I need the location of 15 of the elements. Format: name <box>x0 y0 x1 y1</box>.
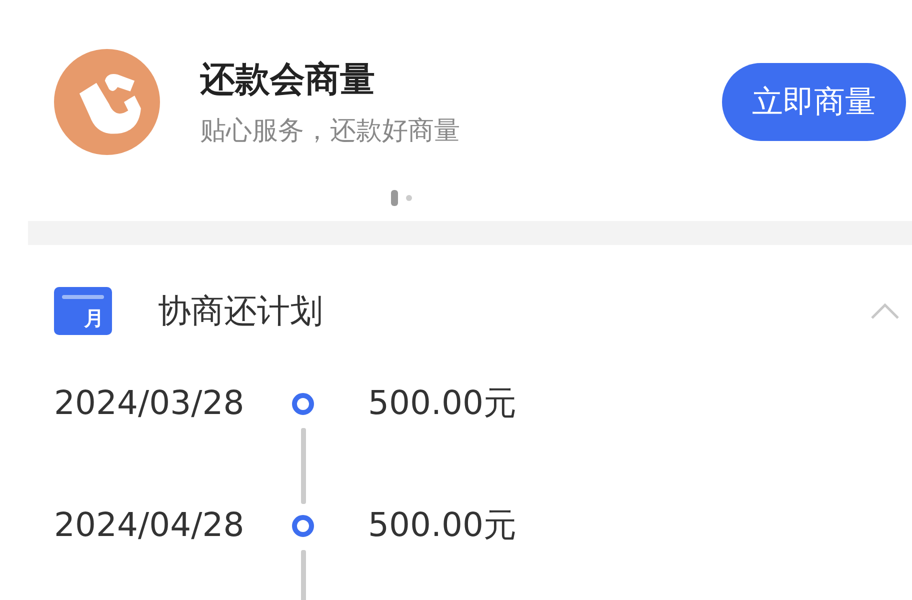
negotiate-button[interactable]: 立即商量 <box>722 63 906 141</box>
banner-subtitle: 贴心服务，还款好商量 <box>200 115 461 148</box>
payment-date: 2024/03/28 <box>54 383 246 423</box>
payment-date: 2024/04/28 <box>54 505 246 545</box>
calendar-icon: 月 <box>54 287 112 335</box>
page-indicator[interactable] <box>406 195 412 201</box>
logo-icon <box>54 49 160 155</box>
banner-title: 还款会商量 <box>200 59 376 102</box>
payment-amount: 500.00元 <box>368 383 516 423</box>
page-indicator[interactable] <box>390 190 398 206</box>
payment-amount: 500.00元 <box>368 505 516 545</box>
chevron-up-icon[interactable] <box>870 302 900 320</box>
timeline-dot <box>292 393 314 415</box>
timeline-dot <box>292 515 314 537</box>
section-title: 协商还计划 <box>158 290 324 332</box>
